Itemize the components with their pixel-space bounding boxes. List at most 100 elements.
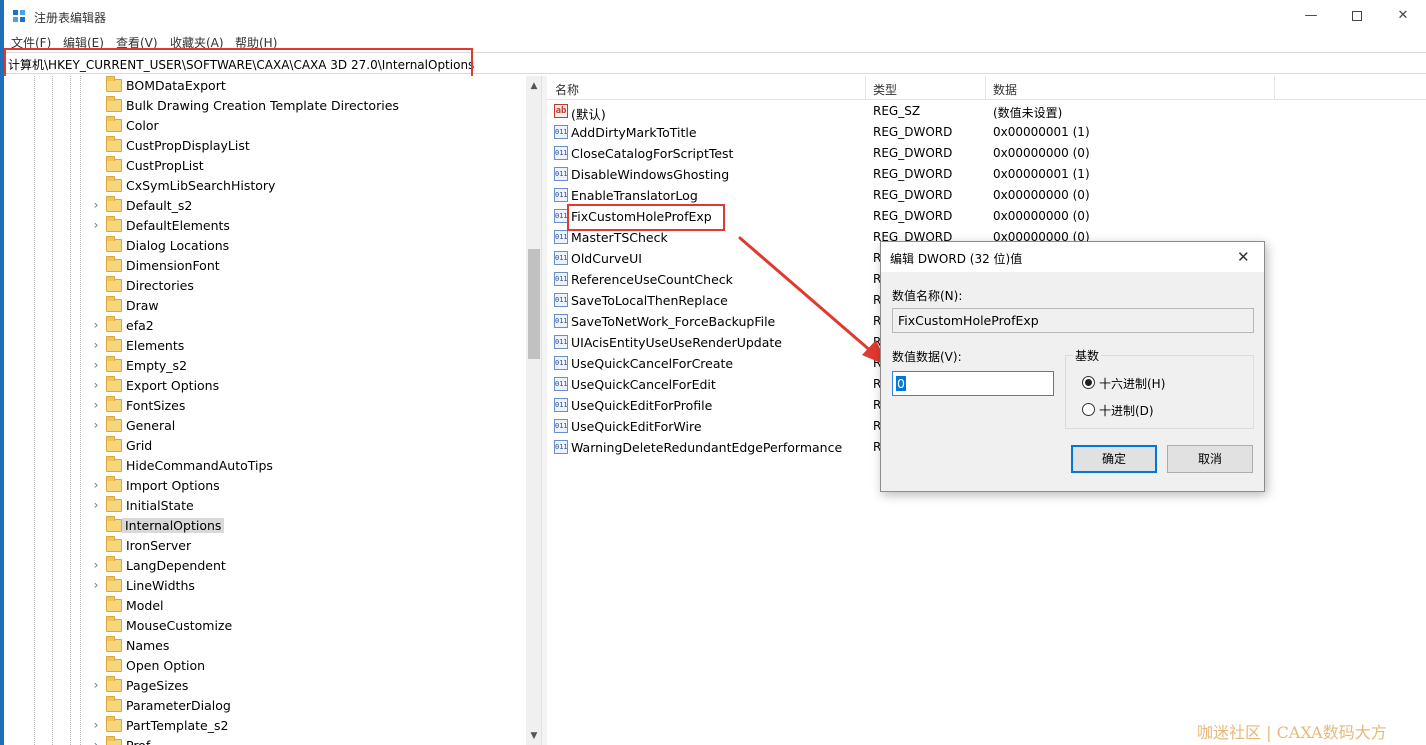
column-separator bbox=[985, 76, 986, 100]
scroll-up-icon[interactable]: ▲ bbox=[526, 78, 541, 94]
tree-item[interactable]: IronServer bbox=[4, 536, 524, 556]
tree-item-label: IronServer bbox=[126, 538, 192, 553]
address-bar[interactable]: 计算机\HKEY_CURRENT_USER\SOFTWARE\CAXA\CAXA… bbox=[4, 48, 1426, 78]
tree-item-label: Prof bbox=[126, 738, 150, 745]
tree-item[interactable]: › Default_s2 bbox=[4, 196, 524, 216]
chevron-right-icon[interactable]: › bbox=[91, 478, 101, 492]
scroll-thumb[interactable] bbox=[528, 249, 540, 359]
watermark: 咖迷社区 | CAXA数码大方 bbox=[1197, 723, 1387, 742]
chevron-right-icon[interactable]: › bbox=[91, 498, 101, 512]
tree-item[interactable]: › Prof bbox=[4, 736, 524, 745]
column-header-data[interactable]: 数据 bbox=[993, 81, 1017, 98]
chevron-right-icon[interactable]: › bbox=[91, 738, 101, 745]
dword-value-icon: 011 bbox=[554, 335, 568, 349]
tree-item[interactable]: › LineWidths bbox=[4, 576, 524, 596]
tree-item[interactable]: › LangDependent bbox=[4, 556, 524, 576]
folder-icon bbox=[106, 716, 122, 732]
column-header-type[interactable]: 类型 bbox=[873, 81, 897, 98]
folder-icon bbox=[106, 356, 122, 372]
chevron-right-icon[interactable]: › bbox=[91, 338, 101, 352]
value-row[interactable]: 011 CloseCatalogForScriptTest REG_DWORD 0x0… bbox=[547, 143, 1426, 164]
tree-item-label: Export Options bbox=[126, 378, 220, 393]
tree-item[interactable]: › FontSizes bbox=[4, 396, 524, 416]
scroll-down-icon[interactable]: ▼ bbox=[526, 728, 541, 744]
tree-item[interactable]: › General bbox=[4, 416, 524, 436]
chevron-right-icon[interactable]: › bbox=[91, 418, 101, 432]
value-row[interactable]: 011 DisableWindowsGhosting REG_DWORD 0x0000… bbox=[547, 164, 1426, 185]
chevron-right-icon[interactable]: › bbox=[91, 398, 101, 412]
hex-radio-label[interactable]: 十六进制(H) bbox=[1099, 375, 1165, 392]
dec-radio-label[interactable]: 十进制(D) bbox=[1099, 402, 1154, 419]
chevron-right-icon[interactable]: › bbox=[91, 378, 101, 392]
tree-item[interactable]: › Empty_s2 bbox=[4, 356, 524, 376]
dec-radio[interactable] bbox=[1082, 403, 1095, 416]
minimize-button[interactable]: — bbox=[1288, 0, 1334, 32]
value-data-cell: 0x00000001 (1) bbox=[993, 167, 1090, 181]
tree-item[interactable]: Color bbox=[4, 116, 524, 136]
dword-value-icon: 011 bbox=[554, 146, 568, 160]
tree-scrollbar[interactable]: ▲ ▼ bbox=[526, 76, 541, 745]
tree-item-label: BOMDataExport bbox=[126, 78, 226, 93]
tree-item[interactable]: › Elements bbox=[4, 336, 524, 356]
tree-item[interactable]: ParameterDialog bbox=[4, 696, 524, 716]
tree-item[interactable]: Dialog Locations bbox=[4, 236, 524, 256]
tree-item-label: PageSizes bbox=[126, 678, 189, 693]
value-name-cell: UseQuickCancelForCreate bbox=[571, 356, 734, 371]
value-row[interactable]: 011 EnableTranslatorLog REG_DWORD 0x0000000… bbox=[547, 185, 1426, 206]
tree-item[interactable]: Grid bbox=[4, 436, 524, 456]
chevron-right-icon[interactable]: › bbox=[91, 558, 101, 572]
chevron-right-icon[interactable]: › bbox=[91, 678, 101, 692]
tree-item[interactable]: CustPropDisplayList bbox=[4, 136, 524, 156]
value-data-text[interactable]: 0 bbox=[896, 376, 906, 391]
hex-radio[interactable] bbox=[1082, 376, 1095, 389]
column-separator bbox=[1274, 76, 1275, 100]
value-data-input[interactable]: 0 bbox=[892, 371, 1054, 396]
folder-icon bbox=[106, 196, 122, 212]
value-type-cell: REG_DWORD bbox=[873, 188, 953, 202]
tree-item[interactable]: Model bbox=[4, 596, 524, 616]
column-header-name[interactable]: 名称 bbox=[555, 81, 579, 98]
tree-item[interactable]: BOMDataExport bbox=[4, 76, 524, 96]
regedit-app-icon bbox=[12, 9, 26, 23]
cancel-button[interactable]: 取消 bbox=[1167, 445, 1253, 473]
maximize-button[interactable] bbox=[1334, 0, 1380, 32]
tree-item[interactable]: InternalOptions bbox=[4, 516, 524, 536]
chevron-right-icon[interactable]: › bbox=[91, 318, 101, 332]
value-row[interactable]: 011 AddDirtyMarkToTitle REG_DWORD 0x0000000… bbox=[547, 122, 1426, 143]
key-tree-pane[interactable]: BOMDataExport Bulk Drawing Creation Templ… bbox=[4, 76, 542, 745]
tree-item[interactable]: Open Option bbox=[4, 656, 524, 676]
dialog-close-icon[interactable]: ✕ bbox=[1237, 248, 1250, 266]
folder-icon bbox=[106, 736, 122, 745]
tree-item[interactable]: MouseCustomize bbox=[4, 616, 524, 636]
chevron-right-icon[interactable]: › bbox=[91, 578, 101, 592]
dword-value-icon: 011 bbox=[554, 419, 568, 433]
value-row[interactable]: ab (默认) REG_SZ (数值未设置) bbox=[547, 101, 1426, 122]
tree-item[interactable]: CxSymLibSearchHistory bbox=[4, 176, 524, 196]
close-button[interactable]: ✕ bbox=[1380, 0, 1426, 32]
tree-item[interactable]: › efa2 bbox=[4, 316, 524, 336]
tree-item[interactable]: HideCommandAutoTips bbox=[4, 456, 524, 476]
chevron-right-icon[interactable]: › bbox=[91, 718, 101, 732]
ok-button[interactable]: 确定 bbox=[1071, 445, 1157, 473]
tree-item-label: LineWidths bbox=[126, 578, 195, 593]
tree-item[interactable]: › Export Options bbox=[4, 376, 524, 396]
chevron-right-icon[interactable]: › bbox=[91, 218, 101, 232]
tree-item[interactable]: › InitialState bbox=[4, 496, 524, 516]
minimize-icon: — bbox=[1304, 8, 1318, 23]
chevron-right-icon[interactable]: › bbox=[91, 358, 101, 372]
tree-item[interactable]: › PageSizes bbox=[4, 676, 524, 696]
tree-item[interactable]: Names bbox=[4, 636, 524, 656]
tree-item[interactable]: CustPropList bbox=[4, 156, 524, 176]
tree-item[interactable]: › PartTemplate_s2 bbox=[4, 716, 524, 736]
tree-item[interactable]: Directories bbox=[4, 276, 524, 296]
chevron-right-icon[interactable]: › bbox=[91, 198, 101, 212]
tree-item[interactable]: › DefaultElements bbox=[4, 216, 524, 236]
tree-item[interactable]: › Import Options bbox=[4, 476, 524, 496]
tree-item-label: CxSymLibSearchHistory bbox=[126, 178, 276, 193]
tree-item[interactable]: Draw bbox=[4, 296, 524, 316]
value-name-cell: EnableTranslatorLog bbox=[571, 188, 698, 203]
tree-item-label: Directories bbox=[126, 278, 194, 293]
tree-item[interactable]: DimensionFont bbox=[4, 256, 524, 276]
tree-item[interactable]: Bulk Drawing Creation Template Directori… bbox=[4, 96, 524, 116]
tree-item-label: FontSizes bbox=[126, 398, 186, 413]
